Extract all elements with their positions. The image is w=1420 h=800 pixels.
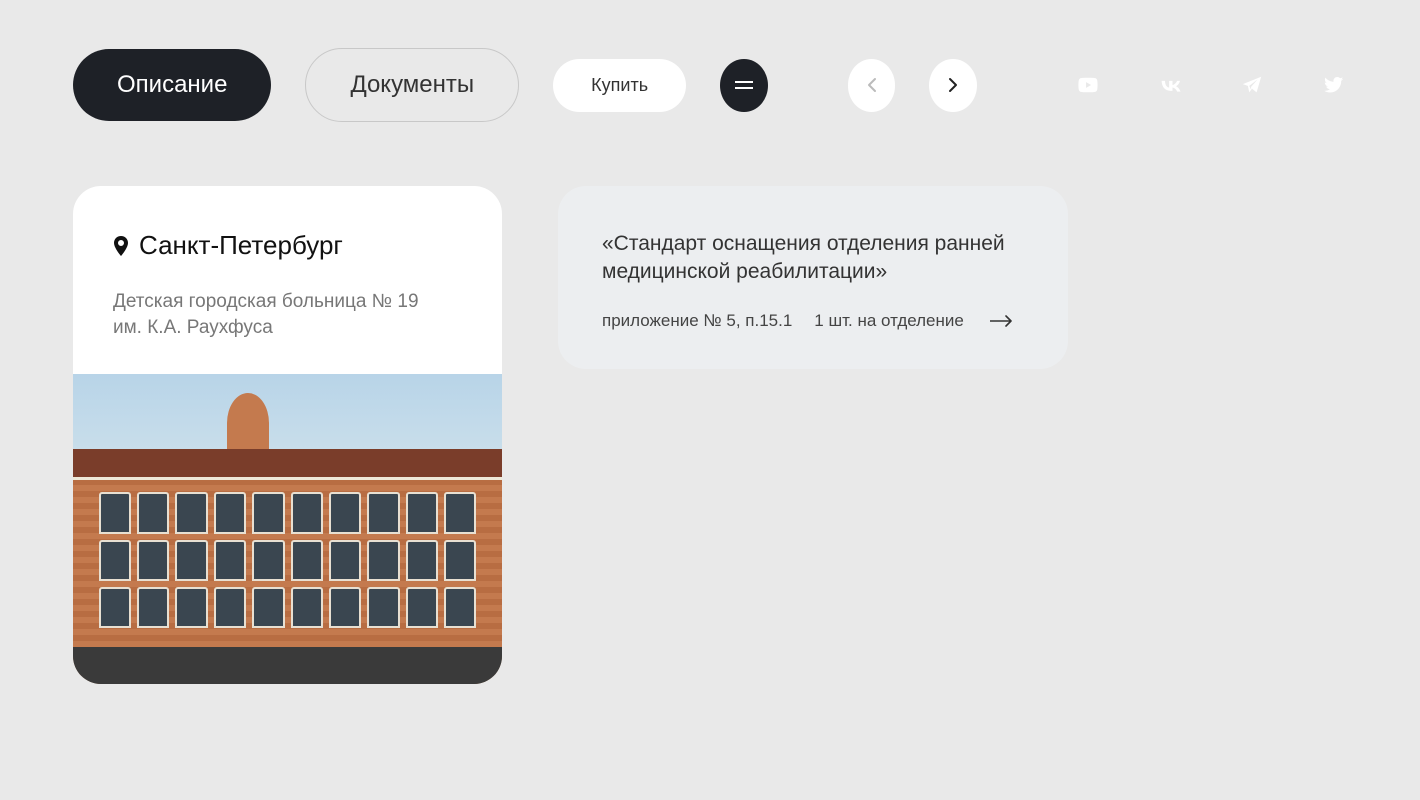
social-links bbox=[1075, 72, 1347, 98]
menu-button[interactable] bbox=[720, 59, 768, 112]
social-vk[interactable] bbox=[1157, 72, 1183, 98]
tab-documents[interactable]: Документы bbox=[305, 48, 519, 122]
header: Описание Документы Купить bbox=[0, 0, 1420, 122]
city-name: Санкт-Петербург bbox=[139, 230, 343, 261]
location-image bbox=[73, 374, 502, 684]
location-card: Санкт-Петербург Детская городская больни… bbox=[73, 186, 502, 684]
arrow-right-icon bbox=[990, 315, 1014, 327]
tab-description-label: Описание bbox=[117, 71, 227, 99]
buy-button[interactable]: Купить bbox=[553, 59, 686, 112]
tab-description[interactable]: Описание bbox=[73, 49, 271, 121]
city-row: Санкт-Петербург bbox=[113, 230, 462, 261]
document-meta: приложение № 5, п.15.1 1 шт. на отделени… bbox=[602, 311, 1024, 331]
document-appendix: приложение № 5, п.15.1 bbox=[602, 311, 792, 331]
document-quantity: 1 шт. на отделение bbox=[814, 311, 964, 331]
tab-documents-label: Документы bbox=[350, 71, 474, 99]
hospital-name: Детская городская больница № 19 им. К.А.… bbox=[113, 289, 433, 340]
menu-icon bbox=[735, 81, 753, 89]
social-youtube[interactable] bbox=[1075, 72, 1101, 98]
chevron-left-icon bbox=[867, 77, 877, 93]
next-button[interactable] bbox=[929, 59, 977, 112]
telegram-icon bbox=[1240, 74, 1264, 96]
twitter-icon bbox=[1322, 75, 1346, 95]
pin-icon bbox=[113, 236, 129, 256]
buy-button-label: Купить bbox=[591, 75, 648, 95]
vk-icon bbox=[1157, 75, 1183, 95]
card-header: Санкт-Петербург Детская городская больни… bbox=[73, 186, 502, 374]
social-twitter[interactable] bbox=[1321, 72, 1347, 98]
document-info-card[interactable]: «Стандарт оснащения отделения ранней мед… bbox=[558, 186, 1068, 369]
document-title: «Стандарт оснащения отделения ранней мед… bbox=[602, 230, 1024, 287]
social-telegram[interactable] bbox=[1239, 72, 1265, 98]
content: Санкт-Петербург Детская городская больни… bbox=[0, 122, 1420, 684]
chevron-right-icon bbox=[948, 77, 958, 93]
prev-button[interactable] bbox=[848, 59, 896, 112]
youtube-icon bbox=[1075, 75, 1101, 95]
